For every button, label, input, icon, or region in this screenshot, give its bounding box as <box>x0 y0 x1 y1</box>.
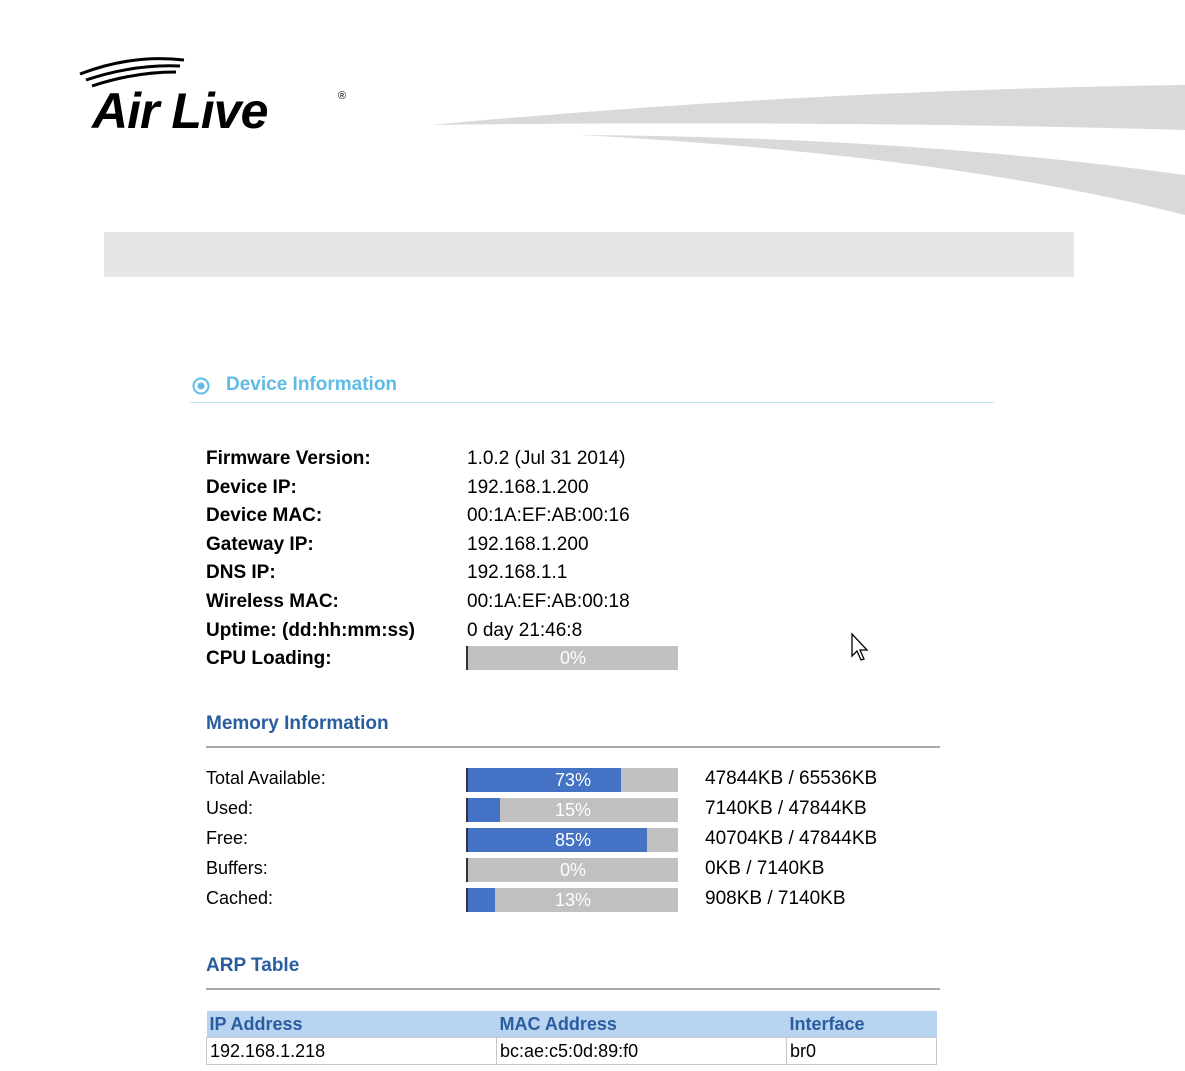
memory-divider <box>206 746 940 748</box>
cpu-loading-bar: 0% <box>466 646 678 670</box>
arp-header-row: IP Address MAC Address Interface <box>206 1011 937 1038</box>
memory-label: Total Available: <box>206 768 326 788</box>
info-label: Firmware Version: <box>206 448 371 469</box>
cpu-loading-percent: 0% <box>559 648 586 668</box>
memory-label: Cached: <box>206 888 274 908</box>
logo-text: Air Live <box>92 83 268 139</box>
memory-label: Used: <box>206 798 254 818</box>
info-label: DNS IP: <box>206 562 276 583</box>
arp-divider <box>206 988 940 990</box>
memory-usage-bar: 85% <box>466 828 678 852</box>
info-label: CPU Loading: <box>206 648 332 669</box>
arp-table-title: ARP Table <box>206 955 300 976</box>
header-swoosh <box>430 85 1185 215</box>
memory-value: 908KB / 7140KB <box>705 888 846 909</box>
info-value: 00:1A:EF:AB:00:16 <box>467 505 630 526</box>
memory-value: 0KB / 7140KB <box>705 858 825 879</box>
memory-usage-bar: 0% <box>466 858 678 882</box>
memory-usage-bar: 13% <box>466 888 678 912</box>
arp-header-ip: IP Address <box>206 1011 497 1038</box>
device-information-title: Device Information <box>226 374 398 395</box>
arp-cell-interface: br0 <box>786 1037 937 1065</box>
target-circle-icon <box>192 377 210 395</box>
arp-header-mac: MAC Address <box>496 1011 787 1038</box>
info-value: 0 day 21:46:8 <box>467 620 583 641</box>
memory-percent: 15% <box>554 800 592 820</box>
info-label: Wireless MAC: <box>206 591 339 612</box>
mouse-pointer-icon <box>851 632 869 661</box>
header-gray-bar <box>104 232 1074 277</box>
info-label: Device IP: <box>206 477 297 498</box>
memory-label: Buffers: <box>206 858 268 878</box>
arp-header-interface: Interface <box>786 1011 937 1038</box>
arp-cell-ip: 192.168.1.218 <box>206 1037 497 1065</box>
info-value: 00:1A:EF:AB:00:18 <box>467 591 630 612</box>
memory-usage-bar: 15% <box>466 798 678 822</box>
memory-usage-bar: 73% <box>466 768 678 792</box>
info-label: Gateway IP: <box>206 534 314 555</box>
info-value: 192.168.1.1 <box>467 562 568 583</box>
arp-table: IP Address MAC Address Interface 192.168… <box>206 1011 937 1065</box>
memory-value: 40704KB / 47844KB <box>705 828 878 849</box>
info-label: Device MAC: <box>206 505 323 526</box>
info-label: Uptime: (dd:hh:mm:ss) <box>206 620 415 641</box>
memory-percent: 13% <box>554 890 592 910</box>
airlive-logo: Air Live ® <box>72 52 372 142</box>
memory-percent: 0% <box>559 860 586 880</box>
arp-cell-mac: bc:ae:c5:0d:89:f0 <box>496 1037 787 1065</box>
memory-percent: 85% <box>554 830 592 850</box>
memory-value: 7140KB / 47844KB <box>705 798 867 819</box>
memory-information-title: Memory Information <box>206 713 389 734</box>
info-value: 1.0.2 (Jul 31 2014) <box>467 448 626 469</box>
registered-mark: ® <box>338 90 347 102</box>
device-information-header: Device Information <box>190 374 994 403</box>
info-value: 192.168.1.200 <box>467 534 589 555</box>
memory-label: Free: <box>206 828 249 848</box>
table-row: 192.168.1.218 bc:ae:c5:0d:89:f0 br0 <box>206 1037 937 1065</box>
memory-value: 47844KB / 65536KB <box>705 768 878 789</box>
info-value: 192.168.1.200 <box>467 477 589 498</box>
memory-percent: 73% <box>554 770 592 790</box>
